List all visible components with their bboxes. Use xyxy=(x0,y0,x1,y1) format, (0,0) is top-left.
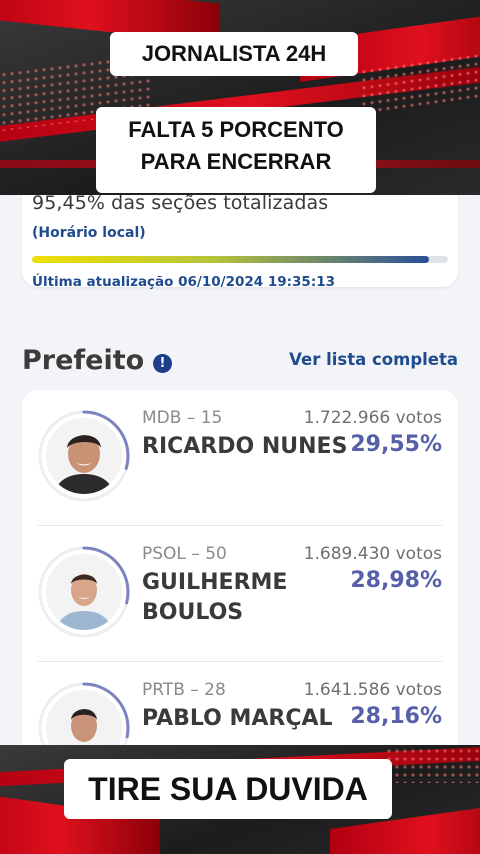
totalization-card: 95,45% das seções totalizadas (Horário l… xyxy=(22,195,458,290)
candidate-row[interactable]: PSOL – 50 1.689.430 votos GUILHERME BOUL… xyxy=(22,526,458,662)
section-title: Prefeito xyxy=(22,345,145,376)
sections-progress-bar xyxy=(32,256,448,263)
candidate-name: GUILHERME BOULOS xyxy=(142,570,288,625)
candidate-percent: 28,16% xyxy=(350,704,442,729)
candidate-party: PSOL – 50 xyxy=(142,544,227,564)
candidate-party: MDB – 15 xyxy=(142,408,223,428)
top-banner: JORNALISTA 24H FALTA 5 PORCENTO PARA ENC… xyxy=(0,0,480,195)
see-full-list-link[interactable]: Ver lista completa xyxy=(289,350,458,369)
candidate-name: RICARDO NUNES xyxy=(142,434,348,459)
info-icon[interactable]: ! xyxy=(153,354,172,373)
candidate-avatar xyxy=(38,546,130,638)
headline-box: FALTA 5 PORCENTO PARA ENCERRAR xyxy=(96,107,376,193)
channel-label: JORNALISTA 24H xyxy=(110,32,358,76)
candidate-row[interactable]: PRTB – 28 1.641.586 votos PABLO MARÇAL 2… xyxy=(22,662,458,745)
candidate-percent: 28,98% xyxy=(350,568,442,593)
sections-progress-fill xyxy=(32,256,430,263)
candidate-party: PRTB – 28 xyxy=(142,680,226,700)
candidate-name: PABLO MARÇAL xyxy=(142,706,333,731)
mayor-section-header: Prefeito ! Ver lista completa xyxy=(22,345,458,379)
candidate-photo xyxy=(46,418,122,494)
call-to-action-label: TIRE SUA DUVIDA xyxy=(64,759,392,819)
election-results-screen: 95,45% das seções totalizadas (Horário l… xyxy=(0,195,480,745)
local-time-label: (Horário local) xyxy=(32,225,146,241)
candidate-votes: 1.641.586 votos xyxy=(303,680,442,700)
candidate-percent: 29,55% xyxy=(350,432,442,457)
sections-totalized-text: 95,45% das seções totalizadas xyxy=(32,195,329,214)
candidate-photo xyxy=(46,554,122,630)
candidate-votes: 1.722.966 votos xyxy=(303,408,442,428)
candidate-row[interactable]: MDB – 15 1.722.966 votos RICARDO NUNES 2… xyxy=(22,390,458,526)
bottom-banner: TIRE SUA DUVIDA xyxy=(0,745,480,854)
headline-line-2: PARA ENCERRAR xyxy=(140,148,332,174)
last-update-text: Última atualização 06/10/2024 19:35:13 xyxy=(32,274,336,290)
candidate-list: MDB – 15 1.722.966 votos RICARDO NUNES 2… xyxy=(22,390,458,745)
candidate-votes: 1.689.430 votos xyxy=(303,544,442,564)
headline-line-1: FALTA 5 PORCENTO xyxy=(128,117,344,142)
candidate-avatar xyxy=(38,682,130,745)
candidate-avatar xyxy=(38,410,130,502)
